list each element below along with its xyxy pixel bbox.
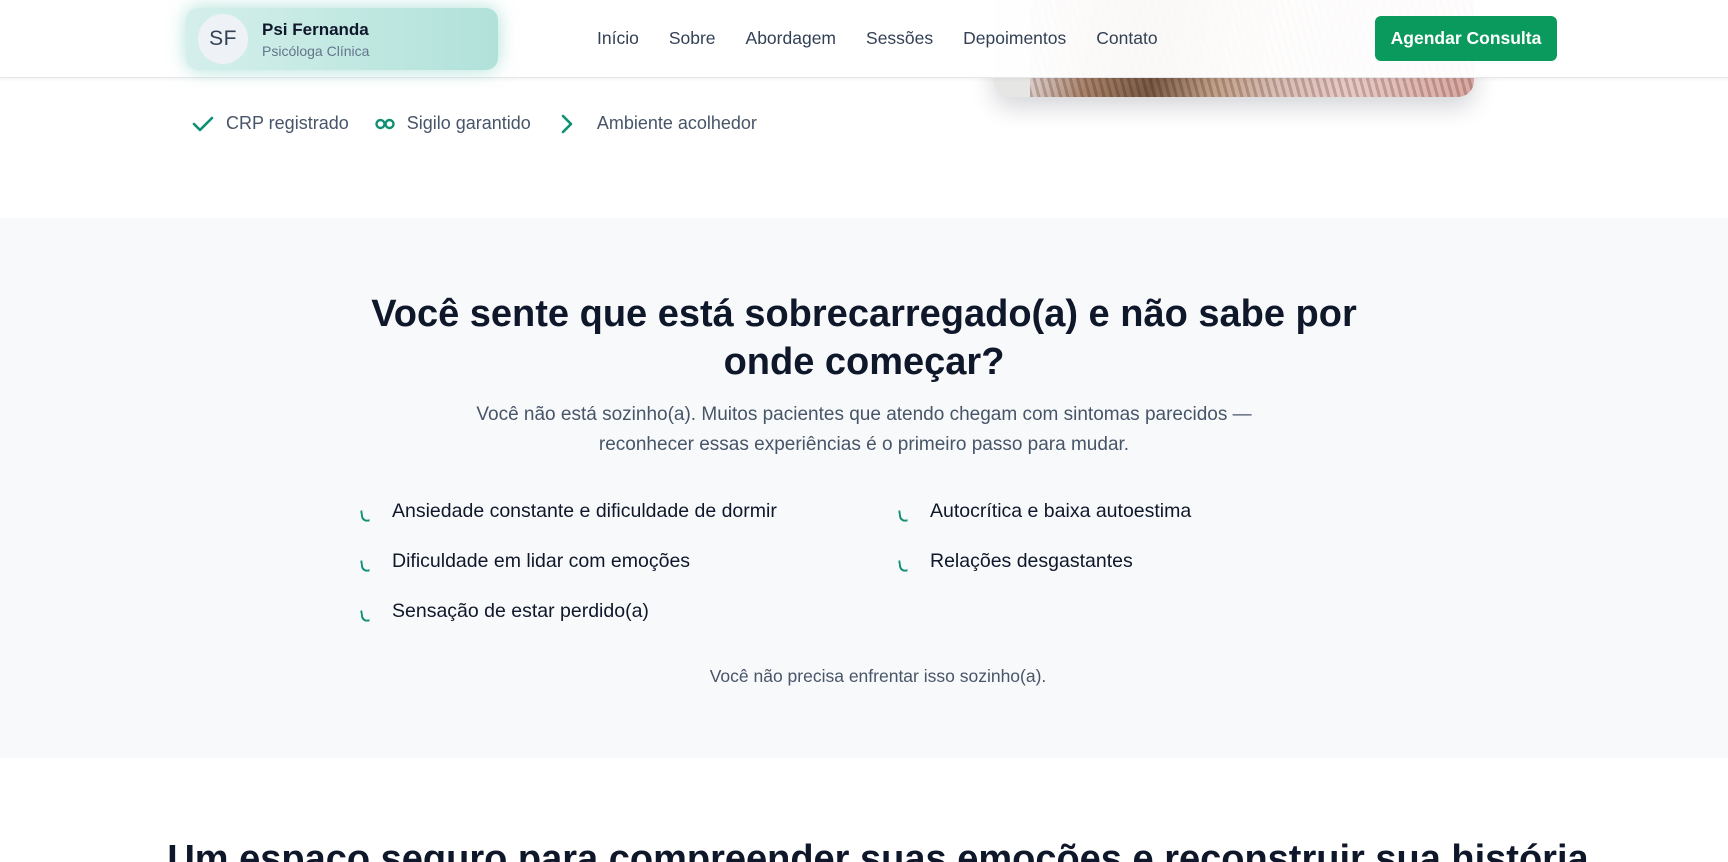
check-mark-icon <box>898 501 930 522</box>
pain-points-section: Você sente que está sobrecarregado(a) e … <box>0 218 1728 758</box>
trust-item-ambiente: Ambiente acolhedor <box>557 113 757 134</box>
nav-link-abordagem[interactable]: Abordagem <box>746 28 836 49</box>
avatar: SF <box>198 14 248 64</box>
brand-name: Psi Fernanda <box>262 20 369 39</box>
section-title: Você sente que está sobrecarregado(a) e … <box>371 293 1357 383</box>
brand-role: Psicóloga Clínica <box>262 43 370 59</box>
list-item: Ansiedade constante e dificuldade de dor… <box>360 500 898 522</box>
check-icon <box>192 116 214 131</box>
list-item-label: Dificuldade em lidar com emoções <box>392 550 691 572</box>
check-mark-icon <box>360 601 392 622</box>
next-section-title: Um espaço seguro para compreender suas e… <box>167 838 1589 862</box>
list-item-label: Ansiedade constante e dificuldade de dor… <box>392 500 777 522</box>
brand-logo[interactable]: SF Psi Fernanda Psicóloga Clínica <box>186 8 498 70</box>
main-nav: Início Sobre Abordagem Sessões Depoiment… <box>597 28 1188 49</box>
nav-link-inicio[interactable]: Início <box>597 28 639 49</box>
site-header: SF Psi Fernanda Psicóloga Clínica Início… <box>0 0 1728 78</box>
nav-link-depoimentos[interactable]: Depoimentos <box>963 28 1066 49</box>
infinity-icon <box>375 118 395 129</box>
check-mark-icon <box>360 551 392 572</box>
trust-item-sigilo: Sigilo garantido <box>375 113 531 134</box>
list-item: Autocrítica e baixa autoestima <box>898 500 1258 522</box>
list-item-label: Relações desgastantes <box>930 550 1133 572</box>
check-mark-icon <box>360 501 392 522</box>
reassurance-note: Você não precisa enfrentar isso sozinho(… <box>709 666 1047 686</box>
trust-badges: CRP registrado Sigilo garantido Ambiente… <box>192 113 783 134</box>
chevron-right-icon <box>561 114 573 133</box>
trust-label: Ambiente acolhedor <box>596 113 757 133</box>
list-item: Sensação de estar perdido(a) <box>360 600 898 622</box>
list-item: Dificuldade em lidar com emoções <box>360 550 898 572</box>
nav-link-sessoes[interactable]: Sessões <box>866 28 933 49</box>
check-mark-icon <box>898 551 930 572</box>
list-item-label: Sensação de estar perdido(a) <box>392 600 649 622</box>
list-item: Relações desgastantes <box>898 550 1258 572</box>
trust-item-crp: CRP registrado <box>192 113 349 134</box>
schedule-consultation-button[interactable]: Agendar Consulta <box>1375 16 1557 61</box>
trust-label: CRP registrado <box>226 113 349 133</box>
list-item-label: Autocrítica e baixa autoestima <box>930 500 1192 522</box>
trust-label: Sigilo garantido <box>406 113 531 133</box>
nav-link-sobre[interactable]: Sobre <box>669 28 716 49</box>
pain-list: Ansiedade constante e dificuldade de dor… <box>360 500 1260 622</box>
nav-link-contato[interactable]: Contato <box>1096 28 1157 49</box>
section-subtitle: Você não está sozinho(a). Muitos pacient… <box>476 404 1252 455</box>
